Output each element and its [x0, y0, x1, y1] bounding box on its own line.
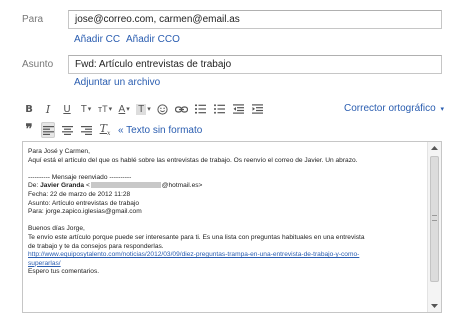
- chevron-down-icon: ▾: [108, 106, 113, 113]
- highlight-color-button[interactable]: T ▾: [136, 101, 151, 117]
- forward-from-line: De: Javier Granda < @hotmail.es>: [28, 182, 420, 191]
- numbered-list-icon: [195, 104, 207, 114]
- align-left-button[interactable]: [41, 122, 55, 138]
- article-link-continued[interactable]: superarlas/: [28, 260, 420, 269]
- outdent-icon: [233, 104, 245, 114]
- message-body-editor[interactable]: Para José y Carmen, Aquí está el artícul…: [22, 141, 442, 313]
- chevron-down-icon: ▾: [126, 106, 130, 113]
- smiley-icon: [157, 103, 168, 115]
- from-name: Javier Granda: [40, 182, 85, 190]
- from-email-suffix: @hotmail.es>: [161, 182, 203, 190]
- scroll-up-arrow[interactable]: [428, 142, 441, 154]
- link-icon: [175, 105, 189, 113]
- subject-field[interactable]: Fwd: Artículo entrevistas de trabajo: [68, 55, 442, 74]
- clear-formatting-button[interactable]: Tx: [98, 122, 112, 138]
- add-cc-link[interactable]: Añadir CC: [74, 34, 120, 45]
- forward-date-line: Fecha: 22 de marzo de 2012 11:28: [28, 190, 131, 198]
- highlight-icon: T: [136, 103, 147, 115]
- spellcheck-dropdown[interactable]: Corrector ortográfico ▾: [344, 103, 444, 114]
- chevron-down-icon: [431, 304, 438, 308]
- text-color-button[interactable]: A ▾: [117, 101, 131, 117]
- chevron-down-icon: ▾: [147, 106, 151, 113]
- editor-scrollbar[interactable]: [427, 142, 441, 312]
- body-line: Espero tus comentarios.: [28, 268, 100, 276]
- chevron-up-icon: [431, 146, 438, 150]
- chevron-down-icon: ▾: [87, 106, 92, 113]
- bold-button[interactable]: B: [22, 101, 36, 117]
- chevron-down-icon: ▾: [440, 106, 444, 113]
- attach-file-link[interactable]: Adjuntar un archivo: [74, 77, 160, 88]
- body-line: Te envío este artículo porque puede ser …: [28, 233, 365, 241]
- format-toolbar-row-2: ❞ Tx « Texto sin formato: [22, 122, 202, 138]
- font-icon: T: [80, 103, 87, 115]
- format-toolbar-row-1: B I U T ▾ тT ▾ A ▾ T ▾: [22, 101, 270, 117]
- font-size-button[interactable]: тT ▾: [98, 101, 112, 117]
- quote-icon: ❞: [25, 122, 33, 137]
- align-center-button[interactable]: [60, 122, 74, 138]
- grip-icon: [432, 215, 437, 221]
- scroll-down-arrow[interactable]: [428, 300, 441, 312]
- to-field[interactable]: jose@correo.com, carmen@email.as: [68, 10, 442, 29]
- from-label: De:: [28, 182, 39, 190]
- article-link[interactable]: http://www.equiposytalento.com/noticias/…: [28, 251, 420, 260]
- numbered-list-button[interactable]: [194, 101, 208, 117]
- redacted-email: [90, 182, 161, 189]
- forward-to-line: Para: jorge.zapico.iglesias@gmail.com: [28, 208, 142, 216]
- to-label: Para: [22, 14, 44, 25]
- italic-button[interactable]: I: [41, 101, 55, 117]
- add-bcc-link[interactable]: Añadir CCO: [126, 34, 180, 45]
- body-line: Buenos días Jorge,: [28, 225, 85, 233]
- body-line: de trabajo y te da consejos para respond…: [28, 242, 164, 250]
- bulleted-list-button[interactable]: [213, 101, 227, 117]
- bulleted-list-icon: [214, 104, 226, 114]
- quote-button[interactable]: ❞: [22, 122, 36, 138]
- body-line: Aquí está el artículo del que os hablé s…: [28, 156, 358, 164]
- align-right-icon: [80, 125, 92, 135]
- subject-label: Asunto: [22, 59, 54, 70]
- align-center-icon: [61, 125, 73, 135]
- increase-indent-button[interactable]: [251, 101, 265, 117]
- scrollbar-thumb[interactable]: [430, 156, 439, 282]
- body-line: Para José y Carmen,: [28, 148, 90, 155]
- text-color-icon: A: [118, 103, 126, 115]
- message-body-content[interactable]: Para José y Carmen, Aquí está el artícul…: [28, 148, 420, 277]
- plain-text-link[interactable]: « Texto sin formato: [118, 125, 202, 136]
- forward-subject-line: Asunto: Artículo entrevistas de trabajo: [28, 199, 140, 207]
- font-family-button[interactable]: T ▾: [79, 101, 93, 117]
- spellcheck-label: Corrector ortográfico: [344, 103, 436, 114]
- link-button[interactable]: [175, 101, 189, 117]
- clear-formatting-icon: Tx: [99, 122, 111, 138]
- font-size-icon: тT: [98, 104, 108, 114]
- decrease-indent-button[interactable]: [232, 101, 246, 117]
- underline-button[interactable]: U: [60, 101, 74, 117]
- emoji-button[interactable]: [156, 101, 170, 117]
- indent-icon: [252, 104, 264, 114]
- align-left-icon: [42, 125, 54, 135]
- forward-header: ---------- Mensaje reenviado ----------: [28, 173, 132, 181]
- from-email-open: <: [85, 182, 90, 190]
- align-right-button[interactable]: [79, 122, 93, 138]
